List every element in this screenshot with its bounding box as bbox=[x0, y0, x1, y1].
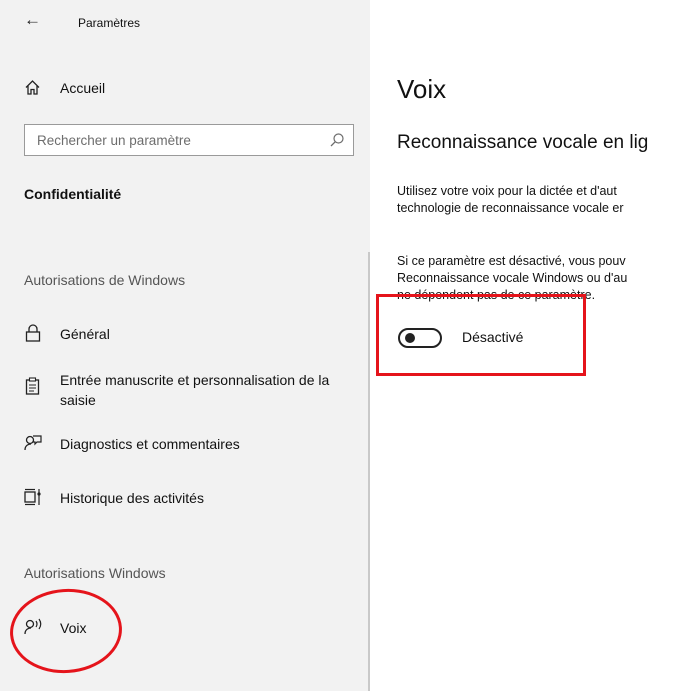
back-arrow-icon[interactable]: ← bbox=[24, 10, 41, 30]
timeline-icon bbox=[24, 488, 44, 511]
sidebar-item-general[interactable]: Général bbox=[60, 326, 110, 342]
feedback-icon bbox=[24, 434, 42, 457]
window-title: Paramètres bbox=[78, 16, 141, 30]
group-header-windows-permissions: Autorisations de Windows bbox=[24, 272, 186, 288]
sidebar-item-diagnostics[interactable]: Diagnostics et commentaires bbox=[60, 436, 240, 452]
sidebar-item-inking-typing[interactable]: Entrée manuscrite et personnalisation de… bbox=[60, 370, 329, 410]
sidebar-item-label: saisie bbox=[60, 392, 96, 408]
clipboard-icon bbox=[25, 377, 40, 400]
section-heading: Reconnaissance vocale en lig bbox=[397, 132, 649, 153]
paragraph-line: technologie de reconnaissance vocale er bbox=[397, 201, 624, 215]
sidebar: ← Paramètres Accueil Rechercher un param… bbox=[0, 0, 370, 691]
paragraph-line: Si ce paramètre est désactivé, vous pouv bbox=[397, 254, 626, 268]
home-icon bbox=[24, 79, 41, 101]
sidebar-item-activity-history[interactable]: Historique des activités bbox=[60, 490, 204, 506]
search-input[interactable]: Rechercher un paramètre bbox=[24, 124, 354, 156]
group-header-windows-permissions-2: Autorisations Windows bbox=[24, 565, 166, 581]
page-title: Voix bbox=[397, 74, 447, 104]
paragraph-line: Reconnaissance vocale Windows ou d'au bbox=[397, 271, 628, 285]
search-placeholder: Rechercher un paramètre bbox=[37, 133, 191, 148]
sidebar-item-home[interactable]: Accueil bbox=[60, 80, 105, 96]
scrollbar[interactable] bbox=[368, 252, 370, 691]
search-icon[interactable] bbox=[329, 132, 345, 148]
red-rectangle-annotation bbox=[376, 294, 586, 376]
description-paragraph: Utilisez votre voix pour la dictée et d'… bbox=[397, 183, 624, 217]
paragraph-line: Utilisez votre voix pour la dictée et d'… bbox=[397, 184, 617, 198]
section-title: Confidentialité bbox=[24, 186, 122, 202]
sidebar-item-label: Entrée manuscrite et personnalisation de… bbox=[60, 372, 330, 388]
lock-icon bbox=[25, 324, 41, 347]
red-circle-annotation bbox=[7, 585, 125, 677]
